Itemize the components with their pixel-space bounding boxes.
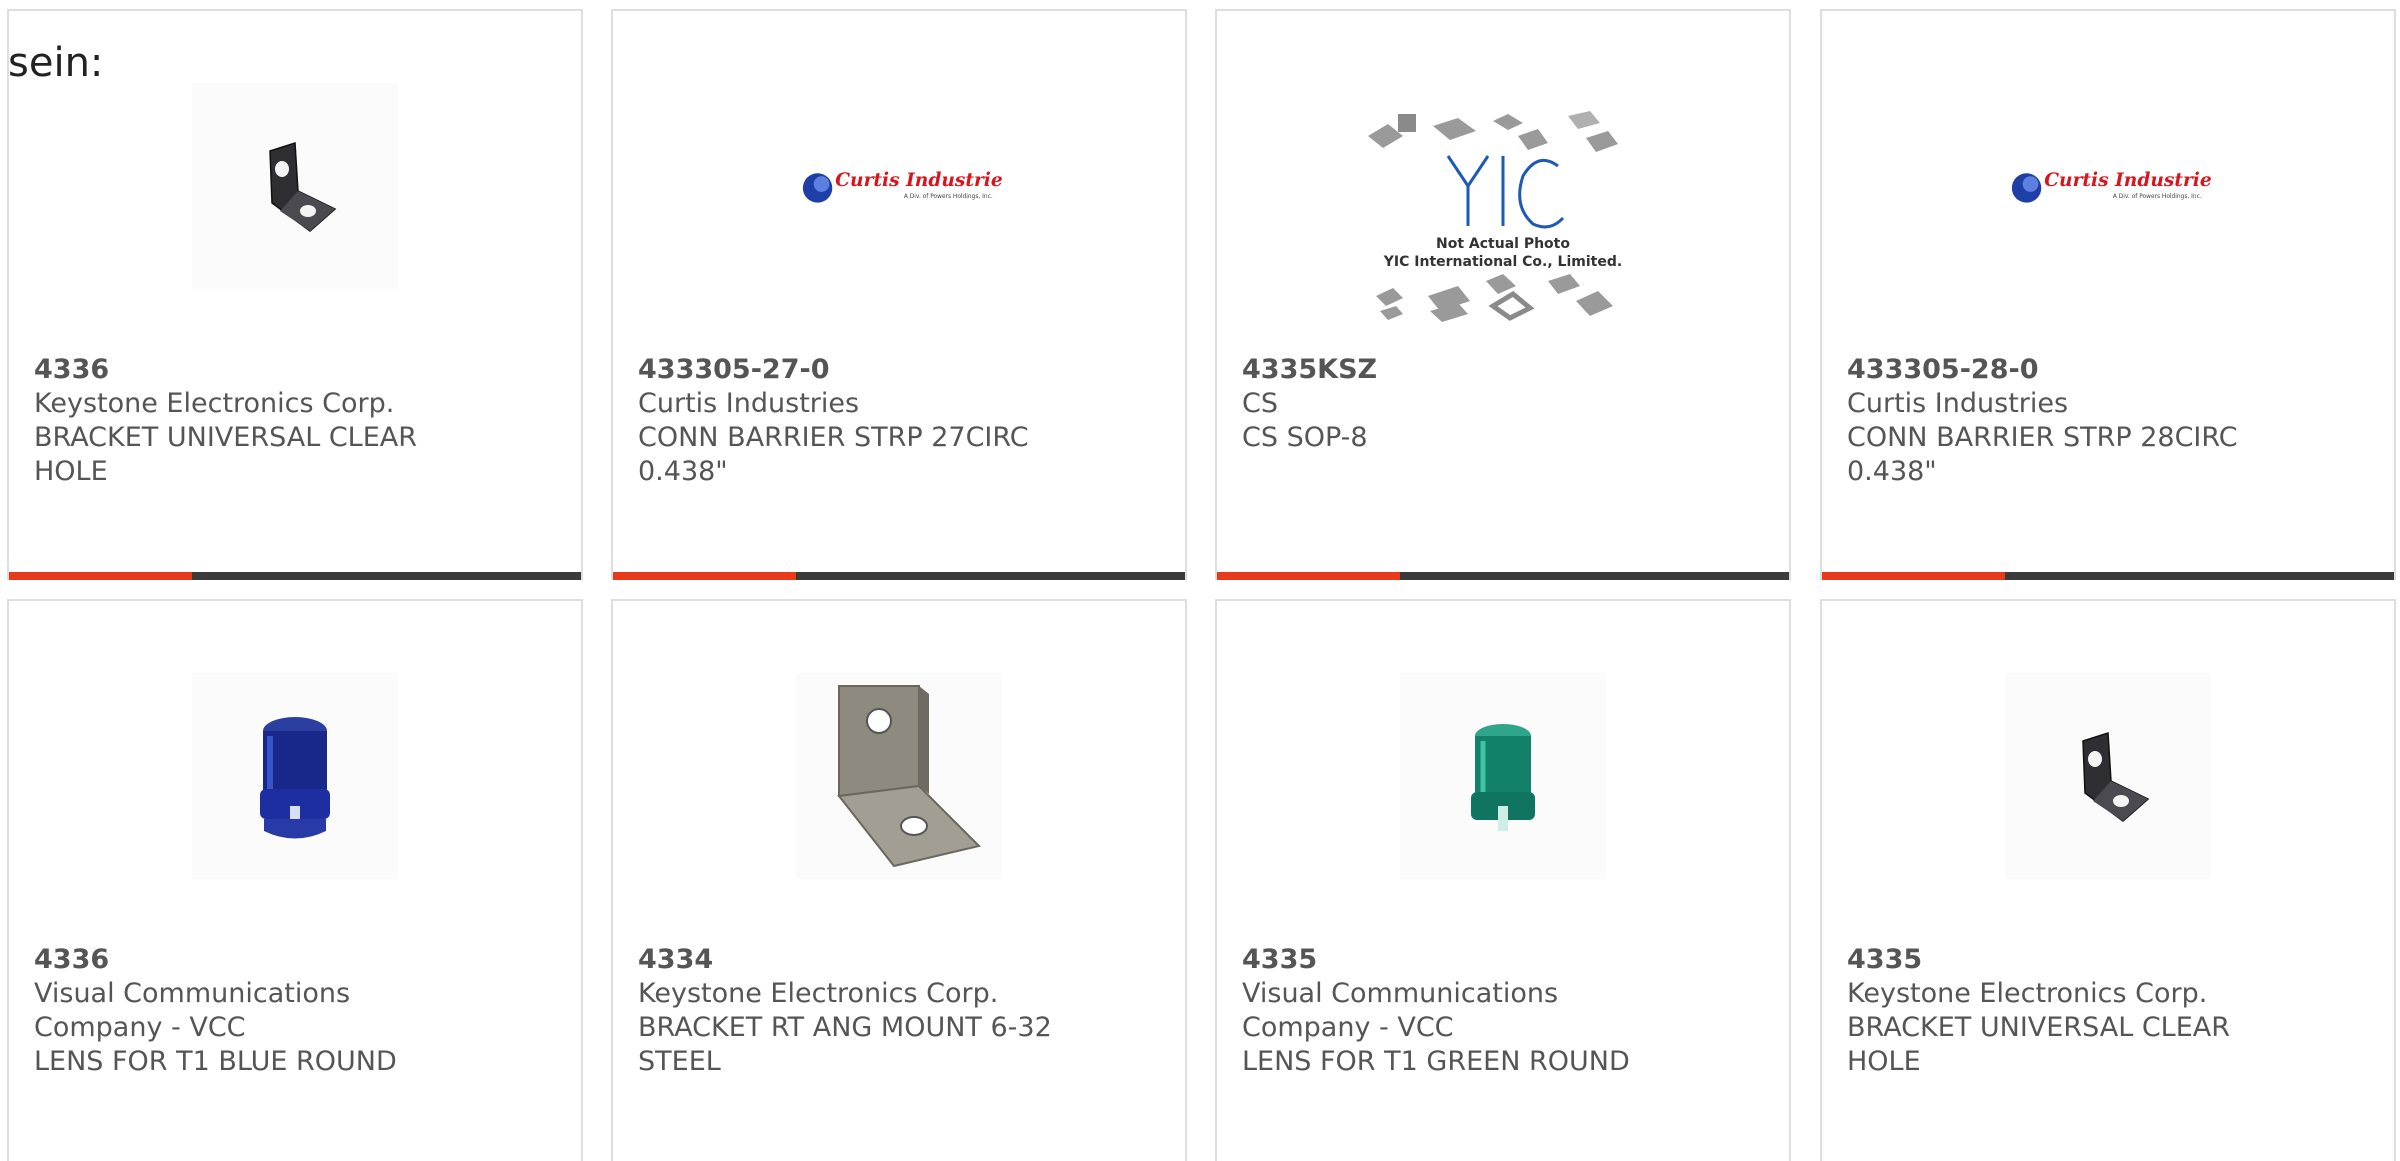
product-grid-page: sein: 4336 Keystone Electronics Corp. BR… xyxy=(0,0,2400,1161)
description: BRACKET UNIVERSAL CLEAR HOLE xyxy=(1847,1012,2231,1077)
product-link[interactable]: Not Actual Photo YIC International Co., … xyxy=(1217,11,1789,580)
curtis-industries-logo: Curtis Industries A Div. of Powers Holdi… xyxy=(2011,170,2211,203)
product-link[interactable]: 4336 Visual Communications Company - VCC… xyxy=(9,601,581,1161)
yic-placeholder-image: Not Actual Photo YIC International Co., … xyxy=(1368,111,1622,322)
part-number[interactable]: 4334 xyxy=(638,943,1058,977)
description: LENS FOR T1 BLUE ROUND xyxy=(34,1046,397,1077)
bracket-small-icon xyxy=(269,141,337,232)
product-card[interactable]: Not Actual Photo YIC International Co., … xyxy=(1215,9,1791,580)
curtis-industries-logo: Curtis Industries A Div. of Powers Holdi… xyxy=(802,170,1002,203)
product-card[interactable]: 4335 Keystone Electronics Corp. BRACKET … xyxy=(1820,599,2396,1161)
product-link[interactable]: Curtis Industries A Div. of Powers Holdi… xyxy=(613,11,1185,580)
manufacturer: Keystone Electronics Corp. xyxy=(638,978,999,1009)
steel-bracket-icon xyxy=(837,685,981,868)
product-image[interactable]: Curtis Industries A Div. of Powers Holdi… xyxy=(796,83,1002,289)
manufacturer: Visual Communications Company - VCC xyxy=(34,978,351,1043)
part-number[interactable]: 4335 xyxy=(1242,943,1662,977)
manufacturer: Visual Communications Company - VCC xyxy=(1242,978,1559,1043)
description: LENS FOR T1 GREEN ROUND xyxy=(1242,1046,1630,1077)
manufacturer: Keystone Electronics Corp. xyxy=(1847,978,2208,1009)
logo-text: Curtis Industries xyxy=(835,170,1002,191)
description: CONN BARRIER STRP 28CIRC 0.438" xyxy=(1847,422,2238,487)
description: BRACKET UNIVERSAL CLEAR HOLE xyxy=(34,422,418,487)
manufacturer: CS xyxy=(1242,388,1278,419)
manufacturer: Keystone Electronics Corp. xyxy=(34,388,395,419)
placeholder-line1: Not Actual Photo xyxy=(1436,236,1570,252)
product-image[interactable]: Not Actual Photo YIC International Co., … xyxy=(1358,96,1648,346)
description: CONN BARRIER STRP 27CIRC 0.438" xyxy=(638,422,1029,487)
green-lens-icon xyxy=(1471,724,1535,831)
manufacturer: Curtis Industries xyxy=(638,388,860,419)
product-image[interactable] xyxy=(192,673,398,879)
product-card[interactable]: 4336 Keystone Electronics Corp. BRACKET … xyxy=(7,9,583,580)
product-card[interactable]: Curtis Industries A Div. of Powers Holdi… xyxy=(1820,9,2396,580)
part-number[interactable]: 4336 xyxy=(34,943,454,977)
product-link[interactable]: 4335 Visual Communications Company - VCC… xyxy=(1217,601,1789,1161)
product-image[interactable] xyxy=(2005,673,2211,879)
part-number[interactable]: 4335 xyxy=(1847,943,2267,977)
part-number[interactable]: 4335KSZ xyxy=(1242,353,1662,387)
product-image[interactable] xyxy=(192,83,398,289)
card-accent-bar xyxy=(1217,572,1789,580)
card-accent-bar xyxy=(9,572,581,580)
card-accent-bar xyxy=(1822,572,2394,580)
blue-lens-icon xyxy=(260,717,330,839)
product-link[interactable]: 4335 Keystone Electronics Corp. BRACKET … xyxy=(1822,601,2394,1161)
product-image[interactable] xyxy=(1400,673,1606,879)
placeholder-line2: YIC International Co., Limited. xyxy=(1383,254,1622,270)
product-image[interactable]: Curtis Industries A Div. of Powers Holdi… xyxy=(2005,83,2211,289)
logo-text: Curtis Industries xyxy=(2044,170,2211,191)
product-card[interactable]: 4336 Visual Communications Company - VCC… xyxy=(7,599,583,1161)
product-image[interactable] xyxy=(796,673,1002,879)
part-number[interactable]: 4336 xyxy=(34,353,454,387)
intro-text: sein: xyxy=(8,40,104,86)
product-card[interactable]: 4334 Keystone Electronics Corp. BRACKET … xyxy=(611,599,1187,1161)
description: CS SOP-8 xyxy=(1242,422,1368,453)
bracket-small-icon xyxy=(2082,731,2150,822)
logo-subtext: A Div. of Powers Holdings, Inc. xyxy=(904,194,993,200)
product-link[interactable]: Curtis Industries A Div. of Powers Holdi… xyxy=(1822,11,2394,580)
product-link[interactable]: 4336 Keystone Electronics Corp. BRACKET … xyxy=(9,11,581,580)
card-accent-bar xyxy=(613,572,1185,580)
logo-subtext: A Div. of Powers Holdings, Inc. xyxy=(2113,194,2202,200)
product-card[interactable]: Curtis Industries A Div. of Powers Holdi… xyxy=(611,9,1187,580)
product-card[interactable]: 4335 Visual Communications Company - VCC… xyxy=(1215,599,1791,1161)
part-number[interactable]: 433305-28-0 xyxy=(1847,353,2267,387)
description: BRACKET RT ANG MOUNT 6-32 STEEL xyxy=(638,1012,1052,1077)
part-number[interactable]: 433305-27-0 xyxy=(638,353,1058,387)
manufacturer: Curtis Industries xyxy=(1847,388,2069,419)
product-link[interactable]: 4334 Keystone Electronics Corp. BRACKET … xyxy=(613,601,1185,1161)
